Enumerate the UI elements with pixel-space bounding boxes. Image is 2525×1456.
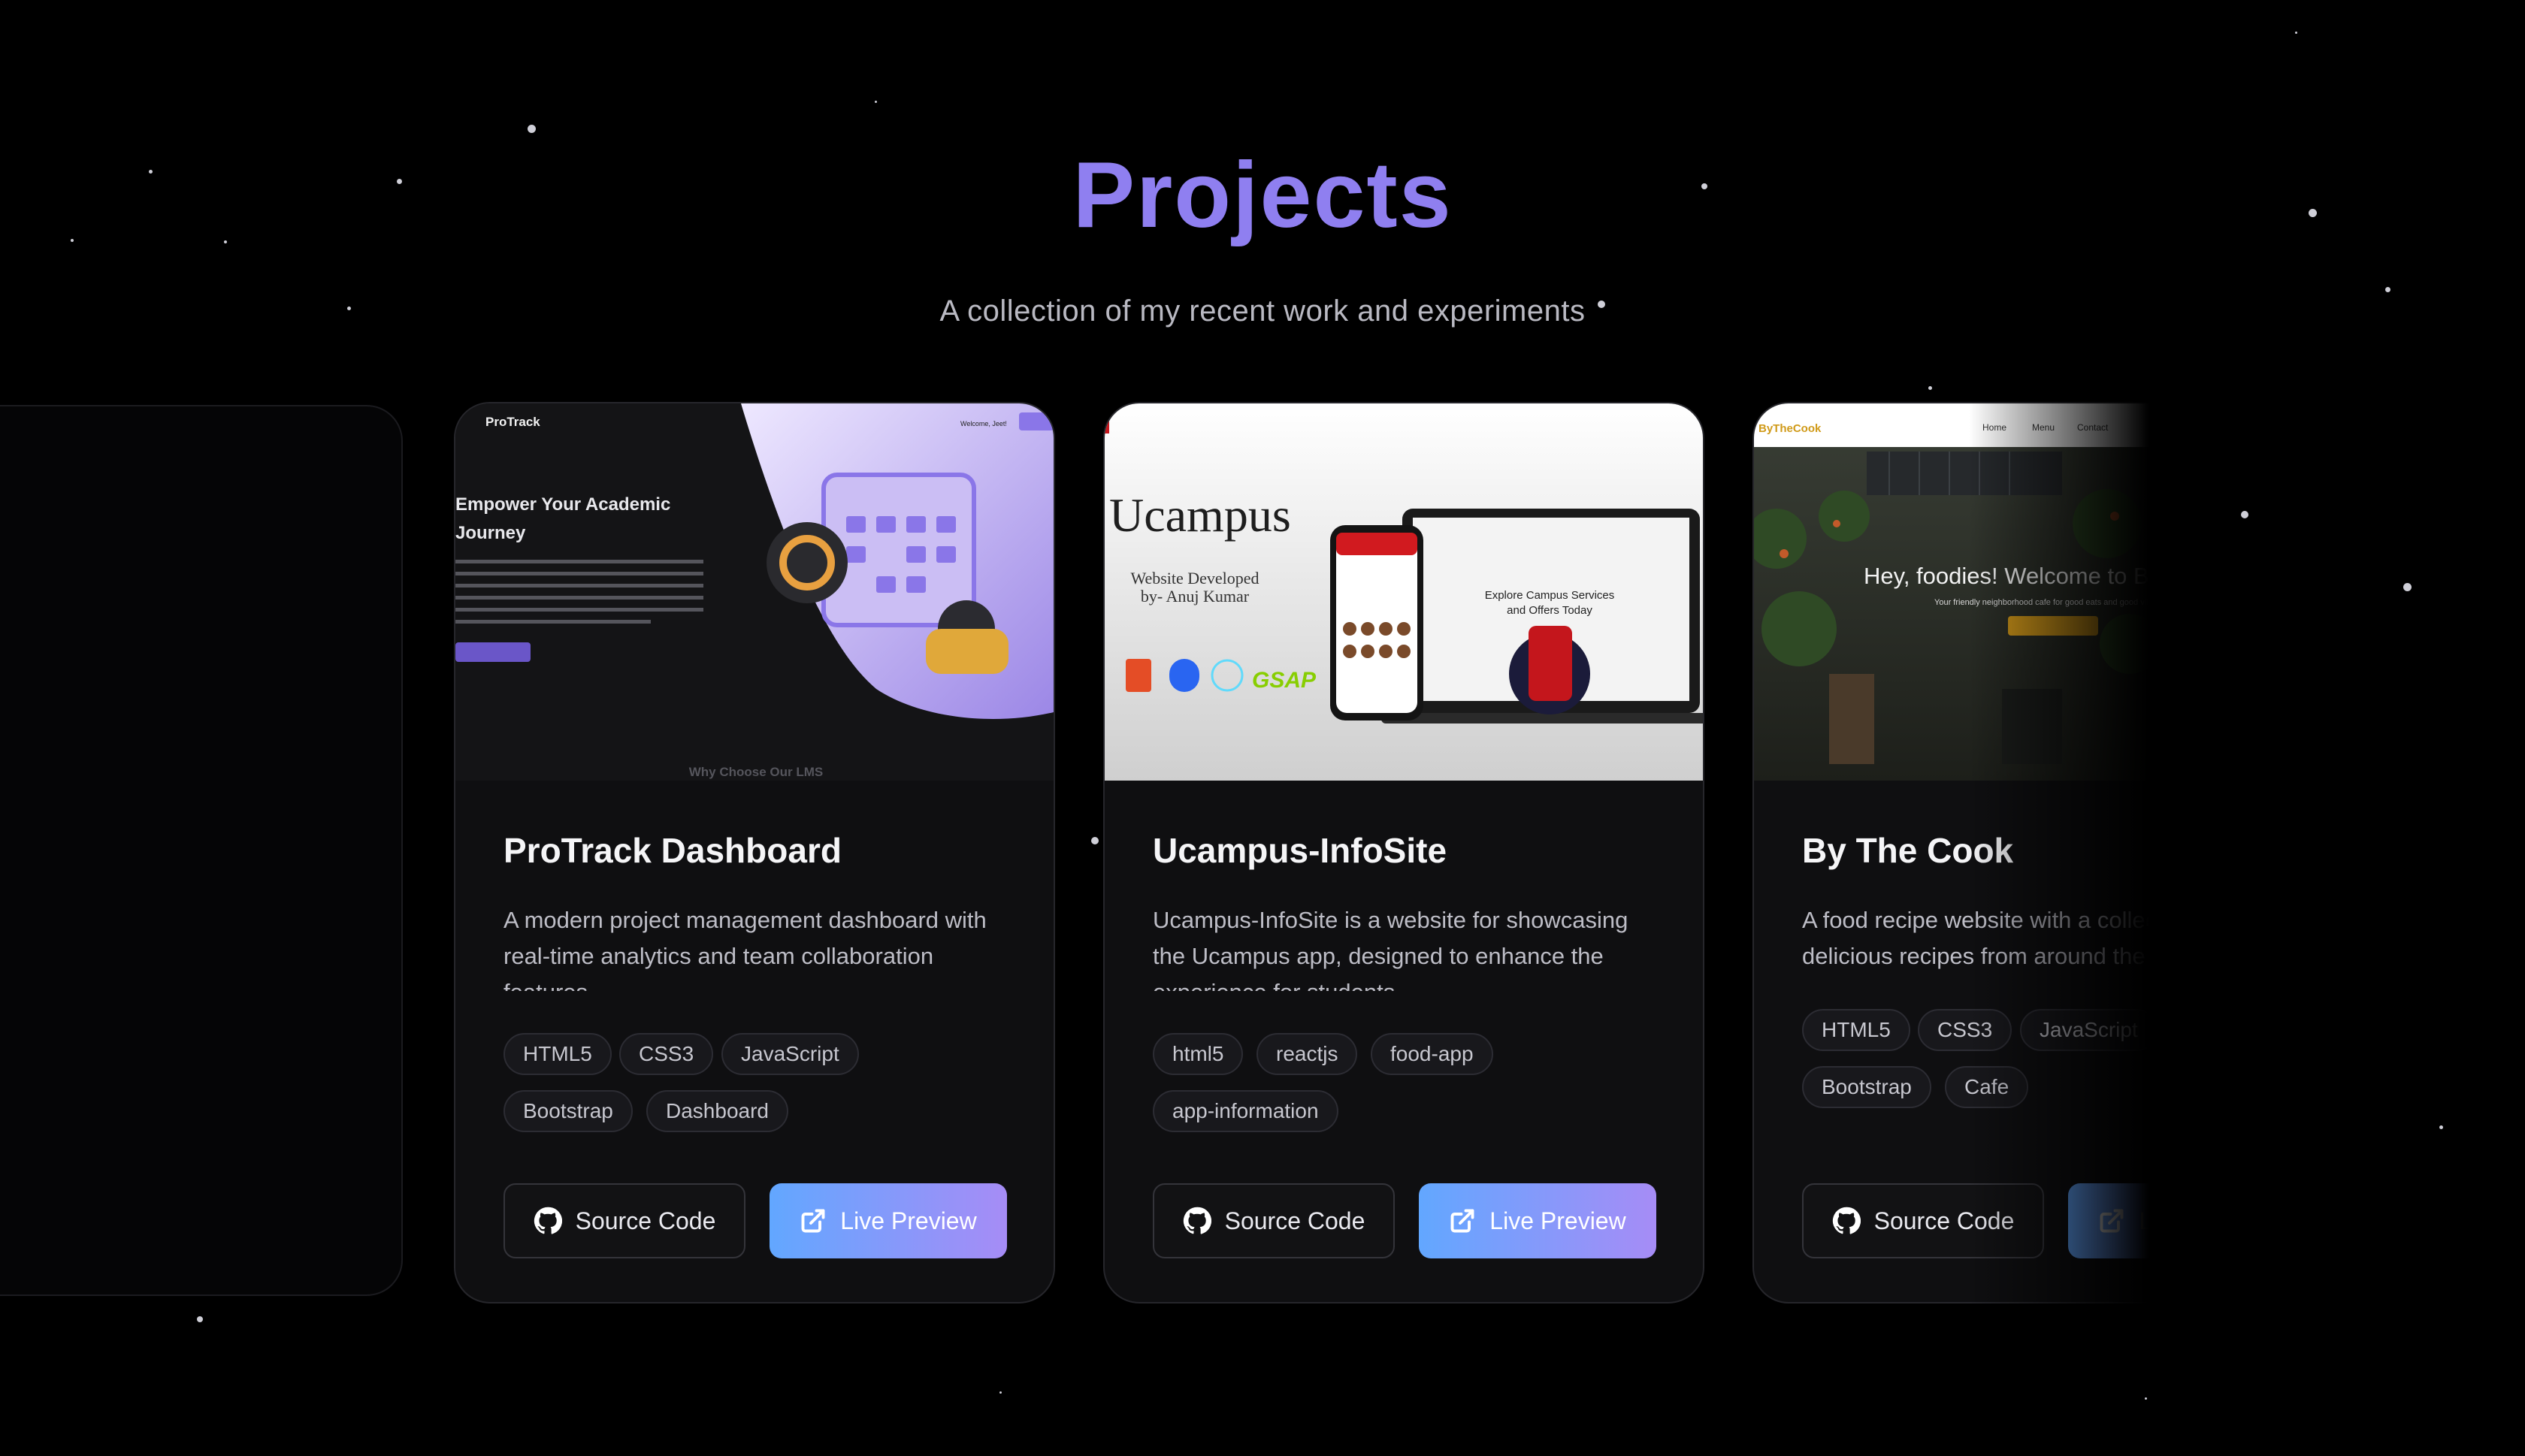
project-description: A modern project management dashboard wi…	[503, 907, 987, 991]
source-code-button[interactable]: Source Code	[1802, 1183, 2044, 1258]
star	[2145, 1397, 2147, 1400]
project-card[interactable]: Ucampus Website Developed by- Anuj Kumar…	[1103, 402, 1704, 1303]
source-code-label: Source Code	[1224, 1207, 1365, 1234]
external-link-icon	[801, 1209, 825, 1233]
svg-text:Why Choose Our LMS: Why Choose Our LMS	[689, 765, 824, 779]
svg-text:Contact: Contact	[2077, 422, 2109, 433]
svg-text:Website Developed: Website Developed	[1130, 569, 1259, 588]
tag: food-app	[1371, 1033, 1493, 1075]
section-subtitle: A collection of my recent work and exper…	[939, 295, 1586, 328]
section-header: Projects A collection of my recent work …	[0, 143, 2525, 328]
project-title: By The Cook	[1802, 831, 2014, 870]
projects-carousel[interactable]: ProTrack Welcome, Jeet! Empower Your Aca…	[0, 402, 2525, 1303]
svg-text:ProTrack: ProTrack	[485, 415, 540, 429]
live-preview-button[interactable]: Live Preview	[770, 1183, 1007, 1258]
section-title: Projects	[1072, 143, 1453, 247]
tag: Dashboard	[646, 1090, 788, 1132]
tag: JavaScript	[721, 1033, 859, 1075]
svg-text:ByTheCook: ByTheCook	[1758, 422, 1822, 435]
project-card-body: ProTrack Dashboard A modern project mana…	[503, 830, 1054, 991]
live-preview-label: Live Preview	[2139, 1207, 2151, 1235]
project-title: ProTrack Dashboard	[503, 831, 842, 870]
project-description: A food recipe website with a collection …	[1802, 907, 2151, 969]
project-thumbnail[interactable]: Ucampus Website Developed by- Anuj Kumar…	[1105, 403, 1703, 781]
project-card[interactable]: ByTheCook Home Menu Contact Hey, foodies…	[1752, 402, 2151, 1303]
project-card[interactable]: ProTrack Welcome, Jeet! Empower Your Aca…	[454, 402, 1055, 1303]
live-preview-button[interactable]: Live Preview	[1419, 1183, 1656, 1258]
star	[875, 101, 877, 103]
tag: HTML5	[503, 1033, 612, 1075]
tag: app-information	[1153, 1090, 1338, 1132]
bythecook-preview-image: ByTheCook Home Menu Contact Hey, foodies…	[1754, 403, 2151, 781]
svg-text:Hey, foodies! Welcome to By Th: Hey, foodies! Welcome to By The Cook	[1864, 563, 2151, 589]
svg-text:GSAP: GSAP	[1252, 668, 1317, 693]
svg-text:Empower Your Academic: Empower Your Academic	[455, 494, 670, 515]
tag: JavaScript	[2020, 1009, 2151, 1051]
project-card-body: Ucampus-InfoSite Ucampus-InfoSite is a w…	[1153, 830, 1703, 991]
github-icon	[1832, 1207, 1861, 1234]
source-code-label: Source Code	[575, 1207, 716, 1234]
tag: Bootstrap	[1802, 1066, 1931, 1108]
project-thumbnail[interactable]: ByTheCook Home Menu Contact Hey, foodies…	[1754, 403, 2151, 781]
tag: Bootstrap	[503, 1090, 633, 1132]
svg-text:and Offers Today: and Offers Today	[1507, 604, 1592, 617]
svg-text:Your friendly neighborhood caf: Your friendly neighborhood cafe for good…	[1934, 598, 2151, 607]
github-icon	[534, 1207, 562, 1234]
project-thumbnail[interactable]: ProTrack Welcome, Jeet! Empower Your Aca…	[455, 403, 1054, 781]
tag: reactjs	[1256, 1033, 1358, 1075]
svg-text:by- Anuj Kumar: by- Anuj Kumar	[1141, 587, 1250, 606]
tag: CSS3	[1918, 1009, 2012, 1051]
star	[197, 1316, 203, 1322]
live-preview-label: Live Preview	[840, 1207, 977, 1234]
tag: Cafe	[1945, 1066, 2029, 1108]
svg-text:Menu: Menu	[2032, 422, 2055, 433]
tag: HTML5	[1802, 1009, 1910, 1051]
source-code-button[interactable]: Source Code	[503, 1183, 745, 1258]
star	[1928, 386, 1932, 390]
star	[528, 125, 536, 133]
svg-text:Welcome, Jeet!: Welcome, Jeet!	[960, 420, 1007, 427]
live-preview-label: Live Preview	[1489, 1207, 1626, 1234]
source-code-button[interactable]: Source Code	[1153, 1183, 1395, 1258]
svg-text:Journey: Journey	[455, 523, 526, 543]
tag: CSS3	[619, 1033, 714, 1075]
star	[2295, 32, 2297, 34]
project-title: Ucampus-InfoSite	[1153, 831, 1447, 870]
external-link-icon	[2100, 1209, 2124, 1233]
protrack-preview-image: ProTrack Welcome, Jeet! Empower Your Aca…	[455, 403, 1054, 781]
project-description: Ucampus-InfoSite is a website for showca…	[1153, 907, 1628, 991]
live-preview-button[interactable]: Live Preview	[2068, 1183, 2151, 1258]
ucampus-preview-image: Ucampus Website Developed by- Anuj Kumar…	[1105, 403, 1703, 781]
github-icon	[1183, 1207, 1211, 1234]
star	[999, 1391, 1002, 1394]
tag: html5	[1153, 1033, 1244, 1075]
previous-card-peek[interactable]	[0, 405, 403, 1296]
external-link-icon	[1450, 1209, 1474, 1233]
svg-text:Home: Home	[1982, 422, 2006, 433]
source-code-label: Source Code	[1873, 1207, 2015, 1234]
svg-text:Ucampus: Ucampus	[1109, 488, 1291, 542]
project-card-body: By The Cook A food recipe website with a…	[1802, 830, 2151, 974]
svg-text:Explore Campus Services: Explore Campus Services	[1485, 589, 1615, 602]
